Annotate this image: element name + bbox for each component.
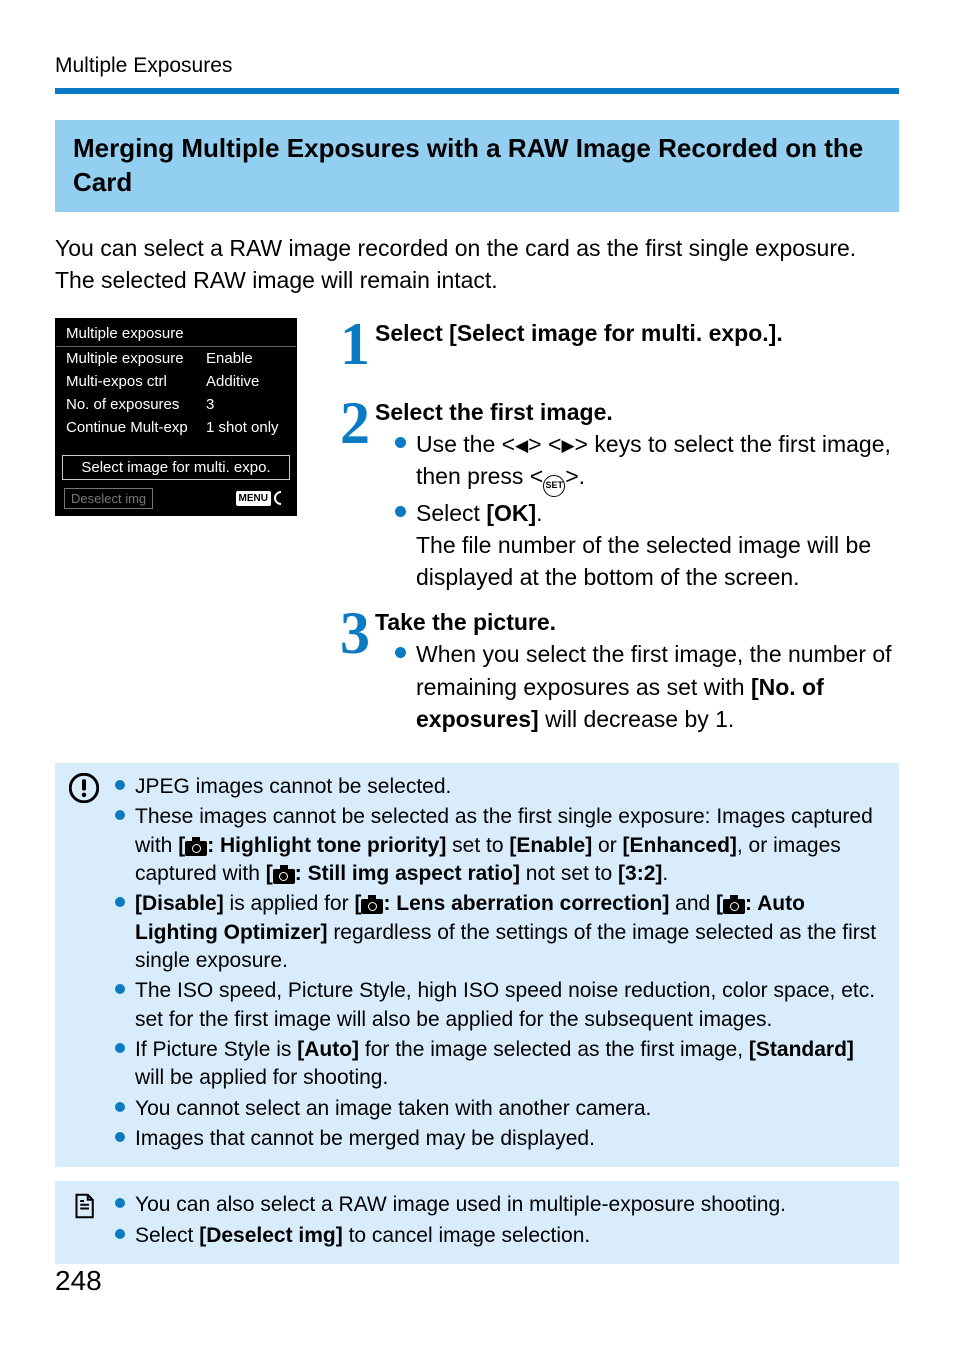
text: [	[178, 834, 185, 857]
note-item: The ISO speed, Picture Style, high ISO s…	[115, 977, 885, 1034]
text-bold: [Enable]	[509, 834, 592, 857]
caution-box: JPEG images cannot be selected. These im…	[55, 763, 899, 1167]
text: Select	[135, 1224, 199, 1247]
text: Images that cannot be merged may be disp…	[135, 1125, 595, 1153]
menu-row: Multi-expos ctrl Additive	[56, 370, 296, 393]
step-number: 1	[337, 322, 373, 367]
text-bold: [Auto]	[297, 1038, 359, 1061]
text: [	[716, 892, 723, 915]
text: JPEG images cannot be selected.	[135, 773, 451, 801]
header-rule	[55, 88, 899, 94]
camera-icon	[185, 841, 207, 856]
text: : Highlight tone priority]	[207, 834, 446, 857]
camera-icon	[273, 869, 295, 884]
menu-key: Continue Mult-exp	[66, 419, 206, 436]
text: You can also select a RAW image used in …	[135, 1191, 786, 1219]
set-icon: SET	[543, 475, 565, 497]
text-bold: [Deselect img]	[199, 1224, 343, 1247]
menu-key: Multiple exposure	[66, 350, 206, 367]
note-item: You cannot select an image taken with an…	[115, 1095, 885, 1123]
step-heading: Take the picture.	[375, 607, 899, 638]
text-bold: [OK]	[486, 500, 536, 526]
note-item: Images that cannot be merged may be disp…	[115, 1125, 885, 1153]
menu-deselect: Deselect img	[64, 488, 153, 509]
header-label: Multiple Exposures	[55, 54, 899, 78]
step-1: 1 Select [Select image for multi. expo.]…	[337, 318, 899, 367]
step-number: 3	[337, 611, 373, 656]
step-heading: Select [Select image for multi. expo.].	[375, 318, 899, 349]
section-title: Merging Multiple Exposures with a RAW Im…	[55, 120, 899, 212]
text: Select	[416, 500, 486, 526]
camera-icon	[361, 899, 383, 914]
text: You cannot select an image taken with an…	[135, 1095, 651, 1123]
text: [	[266, 862, 273, 885]
note-item: [Disable] is applied for [ : Lens aberrat…	[115, 890, 885, 975]
caution-icon	[69, 785, 99, 808]
document-icon	[69, 1203, 99, 1226]
text: is applied for	[224, 892, 355, 915]
text: : Lens aberration correction]	[383, 892, 669, 915]
text: and	[669, 892, 716, 915]
text-bold: [3:2]	[618, 862, 662, 885]
menu-val: 1 shot only	[206, 419, 279, 436]
text: will decrease by 1.	[539, 706, 735, 732]
text: not set to	[520, 862, 618, 885]
text-bold: [Standard]	[749, 1038, 854, 1061]
text: set to	[446, 834, 509, 857]
note-item: JPEG images cannot be selected.	[115, 773, 885, 801]
text: .	[662, 862, 668, 885]
note-item: If Picture Style is [Auto] for the image…	[115, 1036, 885, 1093]
menu-key: No. of exposures	[66, 396, 206, 413]
menu-option-select-image: Select image for multi. expo.	[62, 455, 290, 480]
menu-title: Multiple exposure	[56, 319, 296, 346]
menu-button-icon: MENU	[236, 491, 288, 506]
note-item: Select [Deselect img] to cancel image se…	[115, 1222, 885, 1250]
text: The file number of the selected image wi…	[416, 532, 871, 590]
text: >.	[565, 463, 585, 489]
bullet: When you select the first image, the num…	[395, 638, 899, 735]
bullet: Select [OK]. The file number of the sele…	[395, 497, 899, 594]
text: to cancel image selection.	[343, 1224, 590, 1247]
text: will be applied for shooting.	[135, 1066, 388, 1089]
note-item: You can also select a RAW image used in …	[115, 1191, 885, 1219]
menu-val: 3	[206, 396, 214, 413]
camera-menu-screenshot: Multiple exposure Multiple exposure Enab…	[55, 318, 297, 516]
page-number: 248	[55, 1265, 102, 1297]
text: [	[354, 892, 361, 915]
menu-val: Enable	[206, 350, 253, 367]
text: for the image selected as the first imag…	[359, 1038, 749, 1061]
menu-key: Multi-expos ctrl	[66, 373, 206, 390]
info-box: You can also select a RAW image used in …	[55, 1181, 899, 1264]
text: If Picture Style is	[135, 1038, 297, 1061]
step-2: 2 Select the first image. Use the <◀> <▶…	[337, 397, 899, 593]
text-bold: [Disable]	[135, 892, 224, 915]
bullet: Use the <◀> <▶> keys to select the first…	[395, 428, 899, 497]
return-arrow-icon	[271, 489, 291, 509]
menu-row: Multiple exposure Enable	[56, 347, 296, 370]
camera-icon	[723, 899, 745, 914]
step-3: 3 Take the picture. When you select the …	[337, 607, 899, 735]
text: .	[536, 500, 542, 526]
menu-val: Additive	[206, 373, 259, 390]
intro-text: You can select a RAW image recorded on t…	[55, 232, 899, 296]
menu-row: Continue Mult-exp 1 shot only	[56, 416, 296, 439]
step-number: 2	[337, 401, 373, 446]
step-heading: Select the first image.	[375, 397, 899, 428]
menu-row: No. of exposures 3	[56, 393, 296, 416]
left-arrow-icon: ◀	[515, 434, 528, 458]
text: or	[592, 834, 622, 857]
text-bold: [Enhanced]	[623, 834, 737, 857]
right-arrow-icon: ▶	[561, 434, 574, 458]
text: Use the <	[416, 431, 515, 457]
text: > <	[528, 431, 561, 457]
text: : Still img aspect ratio]	[295, 862, 520, 885]
menu-label: MENU	[236, 491, 271, 506]
text: The ISO speed, Picture Style, high ISO s…	[135, 977, 885, 1034]
note-item: These images cannot be selected as the f…	[115, 803, 885, 888]
